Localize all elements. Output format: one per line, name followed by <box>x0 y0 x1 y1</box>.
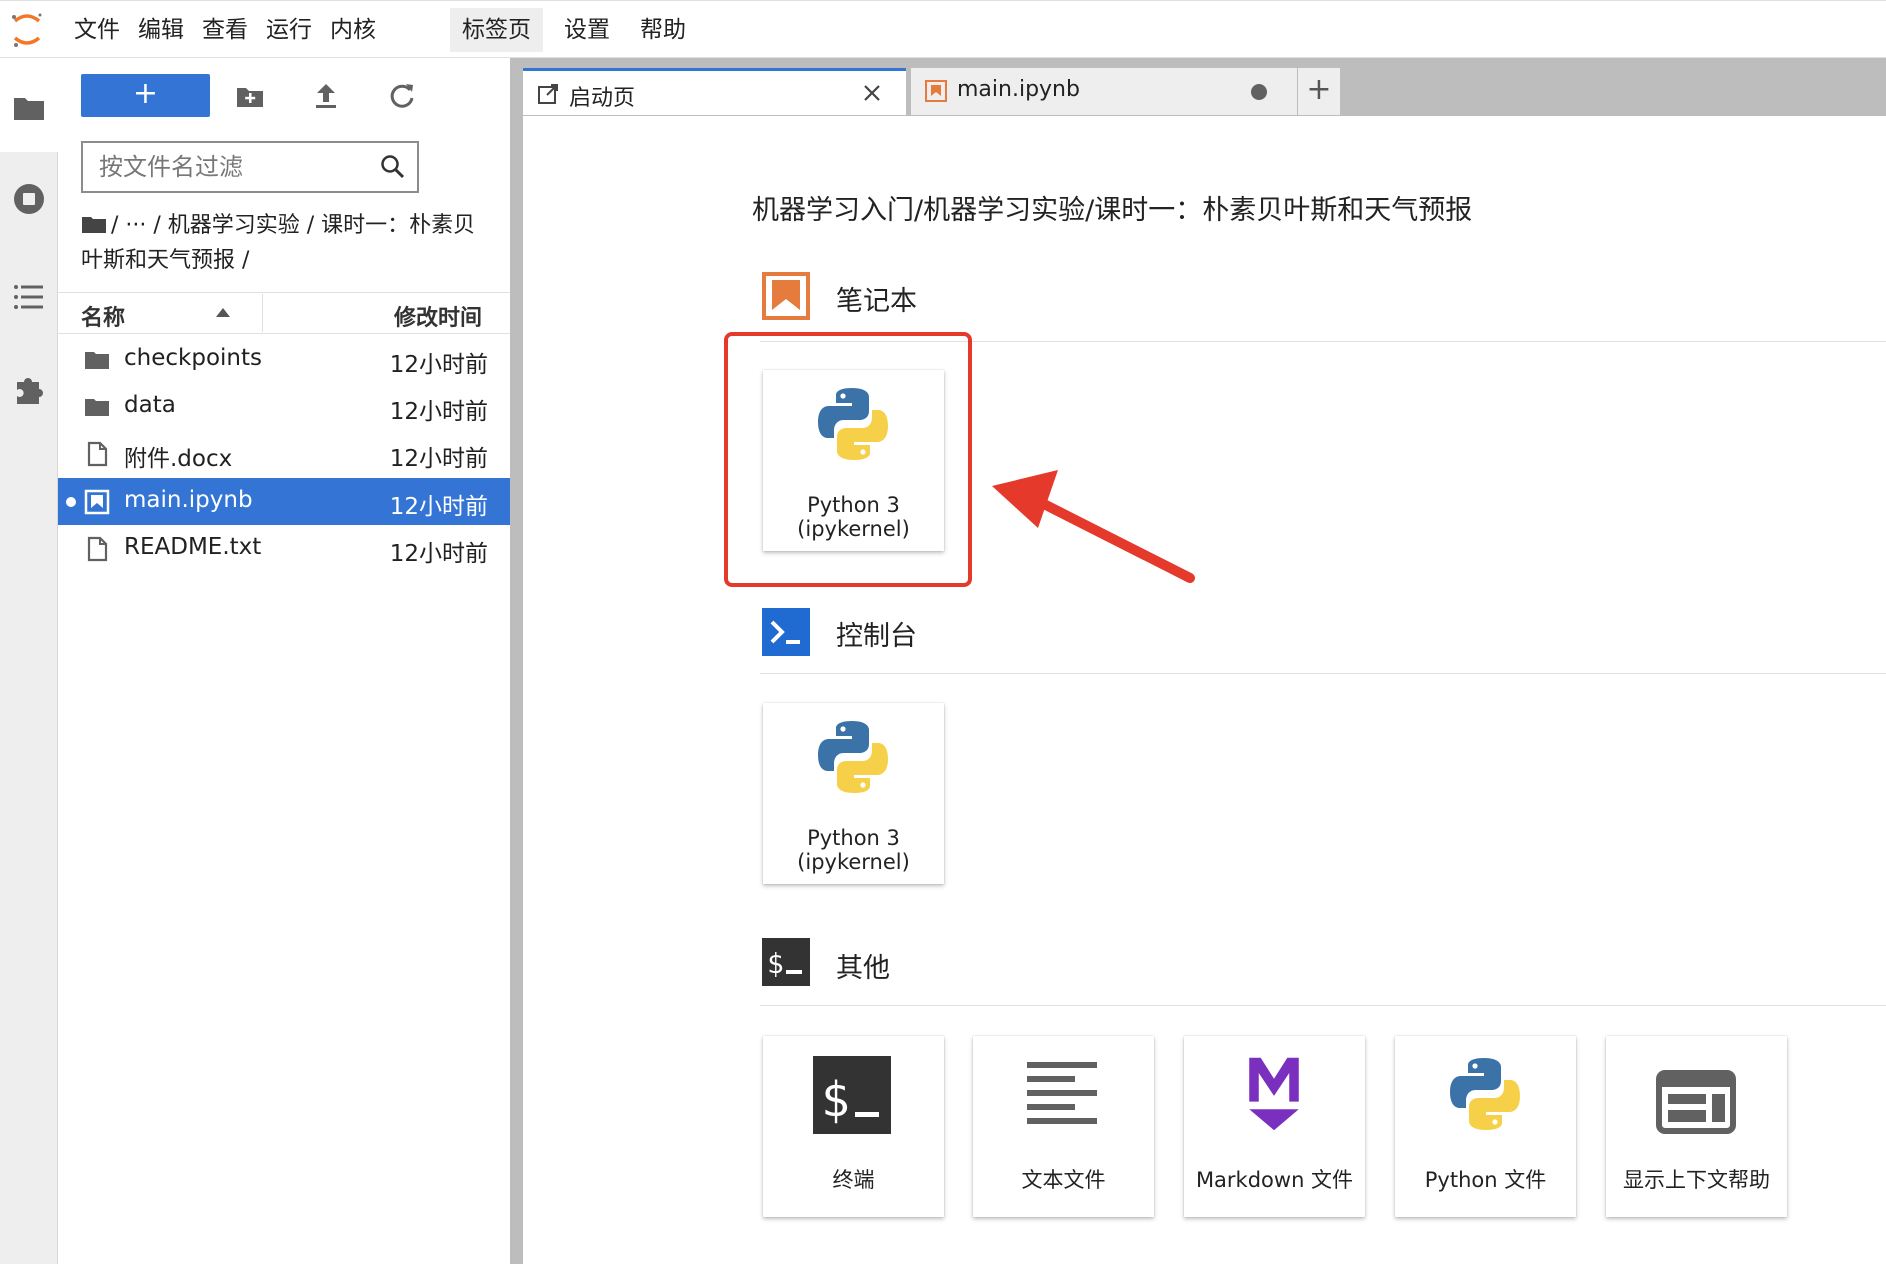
tab-launcher[interactable]: 启动页 <box>523 68 906 115</box>
python-icon <box>818 721 888 793</box>
card-label: 显示上下文帮助 <box>1623 1168 1770 1192</box>
text-file-card[interactable]: 文本文件 <box>973 1036 1154 1217</box>
file-name: README.txt <box>124 534 262 560</box>
launcher-path: 机器学习入门/机器学习实验/课时一：朴素贝叶斯和天气预报 <box>752 195 1473 226</box>
refresh-icon[interactable] <box>386 80 418 112</box>
column-name-header[interactable]: 名称 <box>81 300 125 332</box>
file-modified: 12小时前 <box>389 494 488 520</box>
unsaved-dot-icon[interactable] <box>1251 84 1267 100</box>
card-label: 文本文件 <box>1021 1168 1106 1192</box>
annotation-highlight-box <box>724 332 972 587</box>
menu-settings[interactable]: 设置 <box>552 8 622 52</box>
markdown-icon <box>1249 1057 1299 1131</box>
annotation-arrow-icon <box>992 470 1195 583</box>
close-icon[interactable] <box>862 83 882 103</box>
file-row[interactable]: checkpoints 12小时前 <box>58 336 510 383</box>
section-title-notebook: 笔记本 <box>836 286 917 317</box>
upload-icon[interactable] <box>310 80 342 112</box>
python-file-card[interactable]: Python 文件 <box>1395 1036 1576 1217</box>
column-modified-header[interactable]: 修改时间 <box>394 300 482 332</box>
search-icon <box>381 155 405 179</box>
menu-run[interactable]: 运行 <box>254 8 324 52</box>
menu-tabs[interactable]: 标签页 <box>450 8 543 52</box>
file-row-selected[interactable]: main.ipynb 12小时前 <box>58 478 510 525</box>
new-folder-icon[interactable] <box>234 80 266 112</box>
file-modified: 12小时前 <box>389 541 488 567</box>
folder-icon <box>85 352 109 369</box>
activity-bar <box>0 58 58 1264</box>
breadcrumb[interactable]: / ··· / 机器学习实验 / 课时一：朴素贝叶斯和天气预报 / <box>81 208 491 278</box>
card-label-line1: Python 3 <box>807 826 900 850</box>
new-launcher-button[interactable]: + <box>81 74 210 117</box>
context-help-icon <box>1656 1070 1736 1134</box>
console-section-icon <box>762 608 810 656</box>
file-icon <box>87 441 108 467</box>
section-title-other: 其他 <box>836 953 890 984</box>
markdown-file-card[interactable]: Markdown 文件 <box>1184 1036 1365 1217</box>
file-row[interactable]: README.txt 12小时前 <box>58 525 510 572</box>
file-icon <box>87 536 108 562</box>
section-divider <box>760 1005 1886 1006</box>
breadcrumb-folder-icon[interactable] <box>81 213 107 235</box>
section-divider <box>760 673 1886 674</box>
notebook-icon <box>925 80 947 102</box>
menu-kernel[interactable]: 内核 <box>318 8 388 52</box>
tab-main-notebook[interactable]: main.ipynb <box>911 68 1297 115</box>
terminal-icon: $ <box>813 1056 891 1134</box>
jupyter-logo-icon <box>12 13 42 47</box>
table-of-contents-icon[interactable] <box>12 280 46 314</box>
other-section-icon: $ <box>762 938 810 986</box>
breadcrumb-path[interactable]: / ··· / 机器学习实验 / 课时一：朴素贝叶斯和天气预报 / <box>81 213 475 273</box>
file-name: 附件.docx <box>124 446 233 472</box>
tab-label: main.ipynb <box>957 77 1080 102</box>
file-modified: 12小时前 <box>389 399 488 425</box>
running-indicator <box>66 497 76 507</box>
card-label: Markdown 文件 <box>1195 1168 1354 1192</box>
file-modified: 12小时前 <box>389 446 488 472</box>
menu-file[interactable]: 文件 <box>62 8 132 52</box>
text-file-icon <box>1027 1062 1097 1124</box>
add-tab-button[interactable]: + <box>1298 68 1340 115</box>
terminal-card[interactable]: $ 终端 <box>763 1036 944 1217</box>
file-name: checkpoints <box>124 345 262 371</box>
section-title-console: 控制台 <box>836 621 917 652</box>
menu-help[interactable]: 帮助 <box>628 8 698 52</box>
notebook-section-icon <box>762 272 810 320</box>
menu-edit[interactable]: 编辑 <box>126 8 196 52</box>
svg-text:$: $ <box>821 1072 850 1128</box>
launcher-icon <box>538 84 558 104</box>
file-filter-input[interactable]: 按文件名过滤 <box>81 141 419 193</box>
file-modified: 12小时前 <box>389 352 488 378</box>
card-label: 终端 <box>832 1168 875 1192</box>
notebook-icon <box>84 489 110 515</box>
folder-icon <box>85 399 109 416</box>
extension-manager-icon[interactable] <box>12 372 46 406</box>
column-divider[interactable] <box>262 294 263 332</box>
file-name: data <box>124 392 176 418</box>
card-label-line2: (ipykernel) <box>797 850 910 874</box>
file-row[interactable]: 附件.docx 12小时前 <box>58 430 510 477</box>
file-name: main.ipynb <box>124 487 253 513</box>
console-python3-card[interactable]: Python 3 (ipykernel) <box>763 703 944 884</box>
card-label: Python 文件 <box>1424 1168 1547 1192</box>
folder-icon[interactable] <box>12 90 46 124</box>
sort-ascending-icon <box>216 308 230 317</box>
file-row[interactable]: data 12小时前 <box>58 383 510 430</box>
context-help-card[interactable]: 显示上下文帮助 <box>1606 1036 1787 1217</box>
panel-splitter[interactable] <box>510 58 523 1264</box>
menu-view[interactable]: 查看 <box>190 8 260 52</box>
python-icon <box>1450 1058 1520 1130</box>
svg-text:$: $ <box>767 947 784 980</box>
tab-label: 启动页 <box>569 86 636 111</box>
running-sessions-icon[interactable] <box>12 182 46 216</box>
